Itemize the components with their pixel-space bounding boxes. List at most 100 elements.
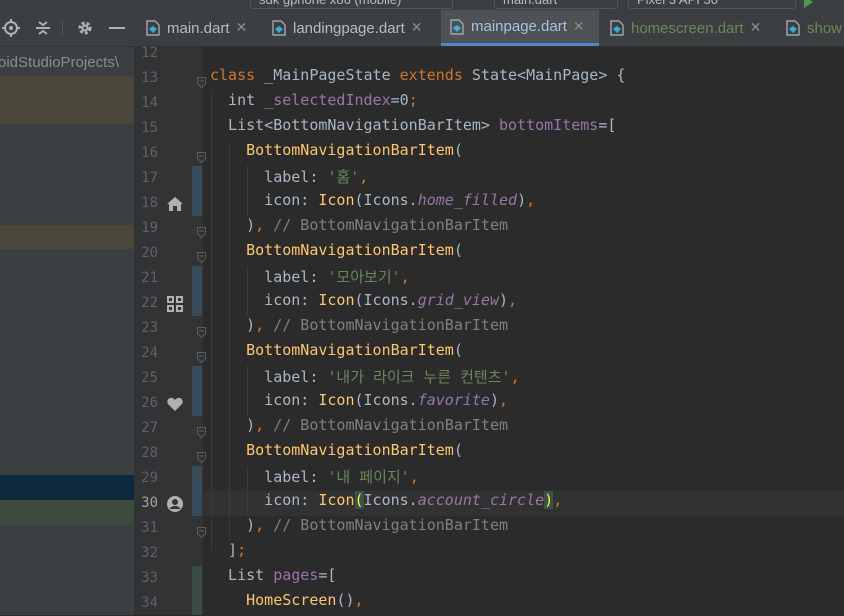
tab-label: homescreen.dart: [631, 19, 744, 37]
tab-main-dart[interactable]: main.dart ✕: [146, 10, 258, 46]
code-line[interactable]: int _selectedIndex=0;: [210, 91, 418, 116]
code-line[interactable]: ), // BottomNavigationBarItem: [210, 216, 508, 241]
tab-landingpage-dart[interactable]: landingpage.dart ✕: [272, 10, 436, 46]
code-line[interactable]: List pages=[: [210, 566, 336, 591]
project-panel-toolbar: [0, 10, 134, 46]
tab-label: mainpage.dart: [471, 18, 567, 35]
run-toolbar: sdk gphone x86 (mobile) main.dart Pixel …: [0, 0, 844, 10]
line-number: 15: [141, 120, 158, 136]
dart-file-icon: [146, 20, 160, 36]
line-number: 23: [141, 320, 158, 336]
hide-panel-icon[interactable]: [106, 10, 128, 46]
fold-marker-icon[interactable]: [197, 73, 206, 89]
device-selector[interactable]: sdk gphone x86 (mobile): [250, 0, 453, 9]
dart-file-icon: [610, 20, 624, 36]
tab-mainpage-dart[interactable]: mainpage.dart ✕: [441, 10, 599, 46]
fold-marker-icon[interactable]: [197, 523, 206, 539]
tab-label: main.dart: [167, 19, 230, 37]
code-line[interactable]: ), // BottomNavigationBarItem: [210, 316, 508, 341]
line-number: 34: [141, 595, 158, 611]
code-line[interactable]: List<BottomNavigationBarItem> bottomItem…: [210, 116, 616, 141]
gear-icon[interactable]: [74, 10, 96, 46]
code-line[interactable]: icon: Icon(Icons.favorite),: [210, 391, 508, 416]
code-line[interactable]: icon: Icon(Icons.grid_view),: [210, 291, 517, 316]
run-icon[interactable]: [804, 0, 813, 8]
dart-file-icon: [272, 20, 286, 36]
code-line[interactable]: class _MainPageState extends State<MainP…: [210, 66, 625, 91]
code-line[interactable]: ), // BottomNavigationBarItem: [210, 516, 508, 541]
account-circle-icon[interactable]: [166, 495, 184, 513]
dart-file-icon: [786, 20, 800, 36]
fold-marker-icon[interactable]: [197, 248, 206, 264]
code-line[interactable]: HomeScreen(),: [210, 591, 363, 616]
code-line[interactable]: BottomNavigationBarItem(: [210, 341, 463, 366]
line-number: 13: [141, 70, 158, 86]
close-icon[interactable]: ✕: [411, 20, 423, 36]
line-number: 27: [141, 420, 158, 436]
toolbar-divider: [62, 20, 63, 36]
vcs-change-marker: [192, 166, 202, 216]
code-line[interactable]: icon: Icon(Icons.account_circle),: [210, 491, 562, 516]
fold-marker-icon[interactable]: [197, 223, 206, 239]
vcs-change-marker: [192, 466, 202, 516]
code-line[interactable]: ];: [210, 541, 246, 566]
line-number: 29: [141, 470, 158, 486]
code-line[interactable]: label: '내가 라이크 누른 컨텐츠',: [210, 366, 519, 391]
code-line[interactable]: BottomNavigationBarItem(: [210, 141, 463, 166]
line-number: 20: [141, 245, 158, 261]
line-number: 24: [141, 345, 158, 361]
close-icon[interactable]: ✕: [573, 19, 585, 35]
grid-view-icon[interactable]: [166, 295, 184, 313]
line-number: 16: [141, 145, 158, 161]
line-number: 28: [141, 445, 158, 461]
code-line[interactable]: BottomNavigationBarItem(: [210, 241, 463, 266]
tab-show[interactable]: show: [786, 10, 844, 46]
line-number: 14: [141, 95, 158, 111]
close-icon[interactable]: ✕: [236, 20, 248, 36]
line-number: 33: [141, 570, 158, 586]
collapse-all-icon[interactable]: [32, 10, 54, 46]
vcs-added-marker: [192, 566, 202, 615]
project-tree-panel: oidStudioProjects\: [0, 47, 134, 615]
tree-row-selected[interactable]: [0, 475, 134, 500]
favorite-icon[interactable]: [166, 395, 184, 413]
fold-marker-icon[interactable]: [197, 423, 206, 439]
code-line[interactable]: ), // BottomNavigationBarItem: [210, 416, 508, 441]
tab-label: landingpage.dart: [293, 19, 405, 37]
editor-tab-bar: main.dart ✕ landingpage.dart ✕ mainpage.…: [0, 10, 844, 47]
line-number: 31: [141, 520, 158, 536]
emulator-selector[interactable]: Pixel 3 API 30: [628, 0, 796, 9]
code-line[interactable]: label: '내 페이지',: [210, 466, 419, 491]
code-line[interactable]: label: '홈',: [210, 166, 368, 191]
line-number: 32: [141, 545, 158, 561]
code-line[interactable]: icon: Icon(Icons.home_filled),: [210, 191, 535, 216]
tab-label: show: [807, 19, 843, 37]
line-number: 12: [141, 45, 158, 61]
project-path[interactable]: oidStudioProjects\: [0, 54, 119, 71]
line-number: 30: [141, 495, 158, 511]
fold-marker-icon[interactable]: [197, 448, 206, 464]
tree-row-highlight[interactable]: [0, 76, 134, 124]
line-number: 22: [141, 295, 158, 311]
line-number: 21: [141, 270, 158, 286]
tab-homescreen-dart[interactable]: homescreen.dart ✕: [610, 10, 770, 46]
fold-marker-icon[interactable]: [197, 148, 206, 164]
tree-row-highlight[interactable]: [0, 225, 134, 249]
line-number: 25: [141, 370, 158, 386]
locate-file-icon[interactable]: [0, 10, 22, 46]
line-number: 19: [141, 220, 158, 236]
code-line[interactable]: label: '모아보기',: [210, 266, 410, 291]
vcs-change-marker: [192, 266, 202, 316]
dart-file-icon: [450, 18, 464, 35]
fold-marker-icon[interactable]: [197, 323, 206, 339]
home-filled-icon[interactable]: [166, 195, 184, 213]
fold-marker-icon[interactable]: [197, 348, 206, 364]
code-line[interactable]: BottomNavigationBarItem(: [210, 441, 463, 466]
run-config-selector[interactable]: main.dart: [494, 0, 618, 9]
line-number: 17: [141, 170, 158, 186]
line-number: 26: [141, 395, 158, 411]
line-number: 18: [141, 195, 158, 211]
close-icon[interactable]: ✕: [750, 20, 762, 36]
tree-row-highlight[interactable]: [0, 500, 134, 525]
vcs-change-marker: [192, 366, 202, 416]
